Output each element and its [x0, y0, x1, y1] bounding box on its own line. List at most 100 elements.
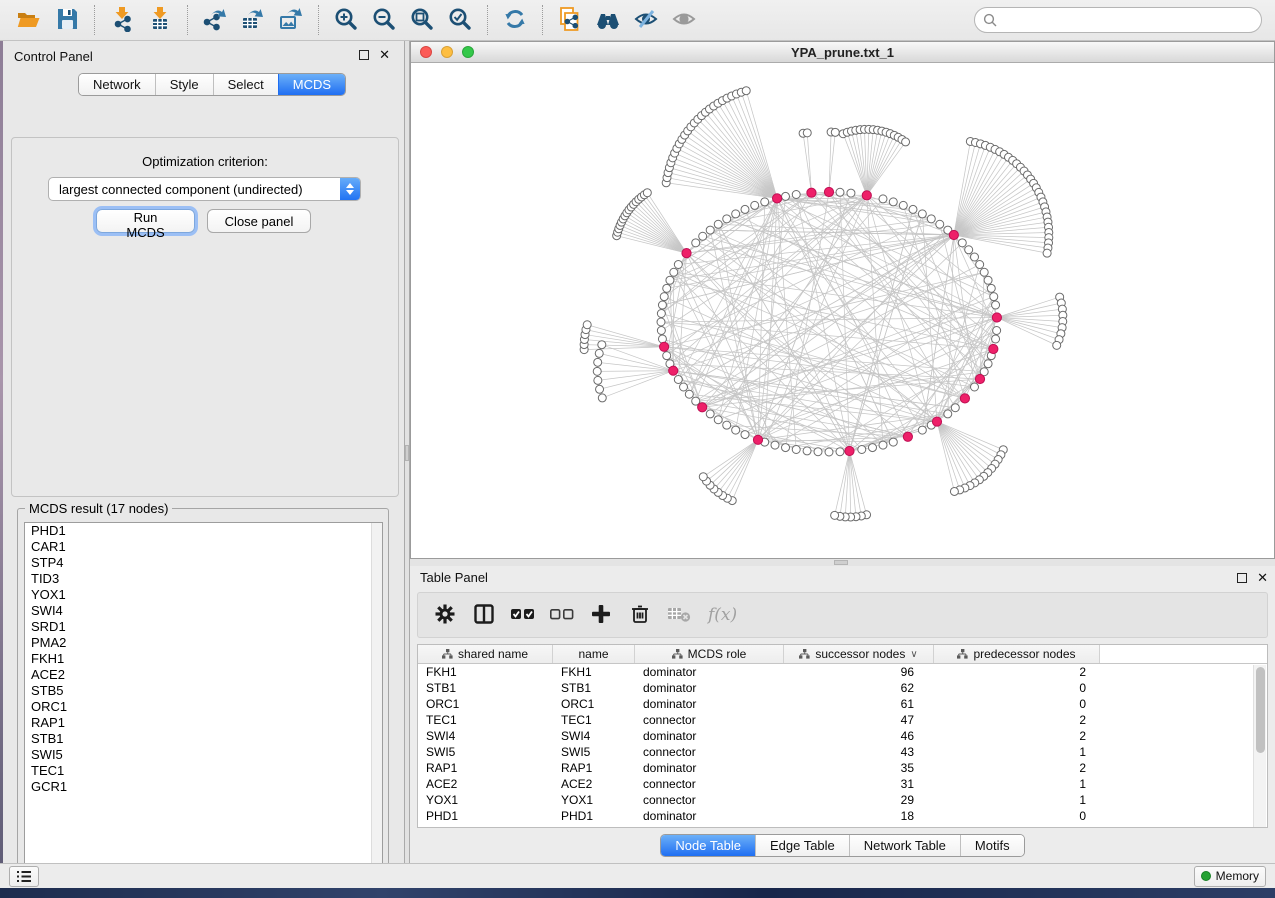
- tab-network[interactable]: Network: [79, 74, 155, 95]
- unselect-all-columns-button[interactable]: [547, 600, 577, 630]
- table-cell[interactable]: STB1: [553, 680, 635, 696]
- network-hub-node[interactable]: [862, 191, 871, 200]
- network-hub-node[interactable]: [807, 188, 816, 197]
- network-node[interactable]: [782, 444, 790, 452]
- mcds-result-item[interactable]: FKH1: [25, 651, 382, 667]
- network-node[interactable]: [889, 198, 897, 206]
- column-header-shared-name[interactable]: shared name: [418, 645, 553, 663]
- mcds-result-item[interactable]: GCR1: [25, 779, 382, 795]
- table-cell[interactable]: dominator: [635, 664, 784, 680]
- select-all-columns-button[interactable]: [508, 600, 538, 630]
- network-node[interactable]: [699, 473, 707, 481]
- table-cell[interactable]: 35: [784, 760, 934, 776]
- network-node[interactable]: [594, 376, 602, 384]
- close-panel-icon[interactable]: ✕: [1257, 573, 1268, 583]
- table-cell[interactable]: connector: [635, 792, 784, 808]
- save-session-button[interactable]: [50, 3, 84, 37]
- network-node[interactable]: [593, 367, 601, 375]
- network-hub-node[interactable]: [903, 432, 912, 441]
- network-node[interactable]: [706, 226, 714, 234]
- table-cell[interactable]: TEC1: [553, 712, 635, 728]
- network-node[interactable]: [657, 309, 665, 317]
- table-cell[interactable]: STB1: [418, 680, 553, 696]
- hide-selected-button[interactable]: [629, 3, 663, 37]
- network-node[interactable]: [663, 352, 671, 360]
- task-history-button[interactable]: [9, 866, 39, 887]
- table-cell[interactable]: RAP1: [553, 760, 635, 776]
- table-cell[interactable]: connector: [635, 776, 784, 792]
- network-node[interactable]: [714, 220, 722, 228]
- network-node[interactable]: [868, 444, 876, 452]
- network-node[interactable]: [902, 138, 910, 146]
- network-titlebar[interactable]: YPA_prune.txt_1: [411, 42, 1274, 63]
- mcds-result-item[interactable]: STB5: [25, 683, 382, 699]
- table-row[interactable]: RAP1RAP1dominator352: [418, 760, 1267, 776]
- table-cell[interactable]: TEC1: [418, 712, 553, 728]
- export-network-button[interactable]: [198, 3, 232, 37]
- network-node[interactable]: [792, 446, 800, 454]
- float-panel-icon[interactable]: [359, 50, 369, 60]
- column-header-successor-nodes[interactable]: successor nodes∨: [784, 645, 934, 663]
- network-node[interactable]: [803, 129, 811, 137]
- table-row[interactable]: ORC1ORC1dominator610: [418, 696, 1267, 712]
- table-cell[interactable]: 2: [934, 728, 1100, 744]
- table-cell[interactable]: 29: [784, 792, 934, 808]
- network-node[interactable]: [836, 188, 844, 196]
- network-node[interactable]: [889, 438, 897, 446]
- network-node[interactable]: [970, 383, 978, 391]
- table-cell[interactable]: dominator: [635, 728, 784, 744]
- mcds-result-item[interactable]: SWI5: [25, 747, 382, 763]
- network-node[interactable]: [927, 215, 935, 223]
- network-node[interactable]: [993, 327, 1001, 335]
- scrollbar-thumb[interactable]: [1256, 667, 1265, 753]
- network-node[interactable]: [596, 385, 604, 393]
- mcds-result-item[interactable]: SWI4: [25, 603, 382, 619]
- table-cell[interactable]: SWI5: [418, 744, 553, 760]
- network-node[interactable]: [714, 416, 722, 424]
- network-node[interactable]: [699, 232, 707, 240]
- tab-edge-table[interactable]: Edge Table: [755, 835, 849, 856]
- table-cell[interactable]: 0: [934, 680, 1100, 696]
- table-cell[interactable]: 2: [934, 760, 1100, 776]
- table-row[interactable]: PHD1PHD1dominator180: [418, 808, 1267, 824]
- close-panel-icon[interactable]: ✕: [379, 50, 390, 60]
- network-node[interactable]: [663, 284, 671, 292]
- table-row[interactable]: STB1STB1dominator620: [418, 680, 1267, 696]
- splitter-grip[interactable]: [834, 560, 848, 565]
- network-node[interactable]: [958, 239, 966, 247]
- table-cell[interactable]: ACE2: [553, 776, 635, 792]
- network-node[interactable]: [761, 198, 769, 206]
- table-cell[interactable]: connector: [635, 712, 784, 728]
- network-hub-node[interactable]: [824, 187, 833, 196]
- tab-node-table[interactable]: Node Table: [661, 835, 755, 856]
- network-node[interactable]: [771, 441, 779, 449]
- search-input[interactable]: [998, 10, 1261, 30]
- network-canvas[interactable]: [411, 63, 1274, 558]
- table-cell[interactable]: dominator: [635, 696, 784, 712]
- mcds-result-item[interactable]: PMA2: [25, 635, 382, 651]
- network-node[interactable]: [803, 447, 811, 455]
- network-node[interactable]: [680, 383, 688, 391]
- network-node[interactable]: [918, 210, 926, 218]
- table-row[interactable]: FKH1FKH1dominator962: [418, 664, 1267, 680]
- network-node[interactable]: [643, 189, 651, 197]
- delete-columns-button[interactable]: [625, 600, 655, 630]
- export-table-button[interactable]: [236, 3, 270, 37]
- table-cell[interactable]: ACE2: [418, 776, 553, 792]
- network-nodes[interactable]: [580, 87, 1067, 521]
- mcds-result-list[interactable]: PHD1CAR1STP4TID3YOX1SWI4SRD1PMA2FKH1ACE2…: [24, 522, 383, 873]
- network-node[interactable]: [944, 410, 952, 418]
- network-hub-node[interactable]: [975, 374, 984, 383]
- network-node[interactable]: [751, 201, 759, 209]
- network-node[interactable]: [858, 446, 866, 454]
- table-row[interactable]: ACE2ACE2connector311: [418, 776, 1267, 792]
- network-node[interactable]: [965, 246, 973, 254]
- mcds-list-scrollbar[interactable]: [371, 523, 382, 872]
- mcds-result-item[interactable]: ACE2: [25, 667, 382, 683]
- mcds-result-item[interactable]: STB1: [25, 731, 382, 747]
- table-cell[interactable]: 96: [784, 664, 934, 680]
- network-node[interactable]: [782, 192, 790, 200]
- network-node[interactable]: [951, 404, 959, 412]
- table-cell[interactable]: connector: [635, 744, 784, 760]
- network-node[interactable]: [692, 239, 700, 247]
